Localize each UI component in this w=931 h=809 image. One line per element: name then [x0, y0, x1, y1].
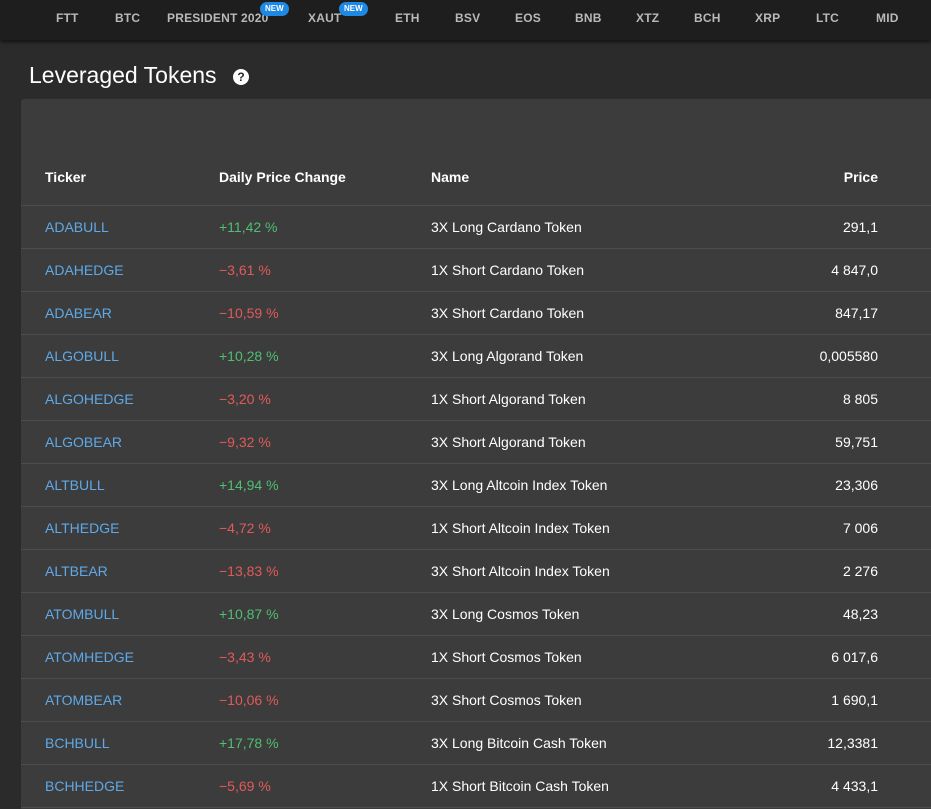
table-row[interactable]: ALTBULL +14,94 % 3X Long Altcoin Index Tok… [21, 464, 931, 507]
token-price: 7 006 [842, 520, 878, 536]
table-row[interactable]: ATOMBEAR −10,06 % 3X Short Cosmos Token 1 6… [21, 679, 931, 722]
leveraged-tokens-table: Ticker Daily Price Change Name Price ADA… [21, 99, 931, 809]
token-price: 4 433,1 [831, 778, 878, 794]
token-name: 1X Short Bitcoin Cash Token [431, 778, 609, 794]
ticker-link[interactable]: ADABULL [45, 219, 109, 235]
token-price: 1 690,1 [831, 692, 878, 708]
ticker-link[interactable]: ATOMHEDGE [45, 649, 134, 665]
table-row[interactable]: ATOMBULL +10,87 % 3X Long Cosmos Token 48,2… [21, 593, 931, 636]
ticker-link[interactable]: ADAHEDGE [45, 262, 124, 278]
new-badge: NEW [339, 2, 368, 16]
ticker-link[interactable]: ALGOBULL [45, 348, 119, 364]
question-circle-icon[interactable]: ? [233, 69, 249, 85]
table-header: Ticker Daily Price Change Name Price [21, 99, 931, 206]
token-price: 12,3381 [827, 735, 878, 751]
table-row[interactable]: BCHHEDGE −5,69 % 1X Short Bitcoin Cash Tok… [21, 765, 931, 808]
ticker-link[interactable]: ALTBEAR [45, 563, 108, 579]
daily-price-change: −9,32 % [219, 434, 271, 450]
ticker-link[interactable]: BCHHEDGE [45, 778, 124, 794]
column-header-price[interactable]: Price [844, 169, 878, 185]
daily-price-change: −3,43 % [219, 649, 271, 665]
daily-price-change: +10,87 % [219, 606, 279, 622]
ticker-link[interactable]: ALTHEDGE [45, 520, 119, 536]
page-title: Leveraged Tokens [29, 62, 217, 88]
token-name: 1X Short Cosmos Token [431, 649, 582, 665]
token-price: 8 805 [842, 391, 878, 407]
nav-item-xtz[interactable]: XTZ [636, 11, 659, 25]
token-price: 6 017,6 [831, 649, 878, 665]
daily-price-change: +17,78 % [219, 735, 279, 751]
token-price: 48,23 [842, 606, 878, 622]
token-price: 0,005580 [819, 348, 878, 364]
daily-price-change: −10,06 % [219, 692, 279, 708]
token-price: 2 276 [842, 563, 878, 579]
token-name: 1X Short Cardano Token [431, 262, 585, 278]
nav-item-bch[interactable]: BCH [694, 11, 721, 25]
ticker-link[interactable]: ALTBULL [45, 477, 105, 493]
table-row[interactable]: ALGOBEAR −9,32 % 3X Short Algorand Token 59… [21, 421, 931, 464]
column-header-daily-price-change[interactable]: Daily Price Change [219, 169, 346, 185]
ticker-link[interactable]: ALGOHEDGE [45, 391, 134, 407]
token-price: 4 847,0 [831, 262, 878, 278]
daily-price-change: +14,94 % [219, 477, 279, 493]
token-name: 3X Short Algorand Token [431, 434, 586, 450]
table-row[interactable]: BCHBULL +17,78 % 3X Long Bitcoin Cash Toke… [21, 722, 931, 765]
nav-item-eth[interactable]: ETH [395, 11, 420, 25]
token-name: 1X Short Altcoin Index Token [431, 520, 610, 536]
token-name: 3X Long Cosmos Token [431, 606, 580, 622]
ticker-link[interactable]: ALGOBEAR [45, 434, 122, 450]
nav-item-ftt[interactable]: FTT [56, 11, 79, 25]
daily-price-change: −10,59 % [219, 305, 279, 321]
nav-item-bnb[interactable]: BNB [575, 11, 602, 25]
ticker-link[interactable]: BCHBULL [45, 735, 110, 751]
ticker-link[interactable]: ATOMBEAR [45, 692, 122, 708]
token-price: 59,751 [835, 434, 878, 450]
token-name: 3X Long Cardano Token [431, 219, 582, 235]
daily-price-change: −3,20 % [219, 391, 271, 407]
nav-item-btc[interactable]: BTC [115, 11, 140, 25]
table-row[interactable]: ALTHEDGE −4,72 % 1X Short Altcoin Index To… [21, 507, 931, 550]
daily-price-change: −13,83 % [219, 563, 279, 579]
nav-item-xrp[interactable]: XRP [755, 11, 780, 25]
nav-item-mid[interactable]: MID [876, 11, 899, 25]
table-row[interactable]: ALTBEAR −13,83 % 3X Short Altcoin Index To… [21, 550, 931, 593]
token-name: 3X Long Altcoin Index Token [431, 477, 608, 493]
table-row[interactable]: ADAHEDGE −3,61 % 1X Short Cardano Token 4 8… [21, 249, 931, 292]
token-name: 3X Short Cosmos Token [431, 692, 582, 708]
table-row[interactable]: ADABULL +11,42 % 3X Long Cardano Token 291,… [21, 206, 931, 249]
daily-price-change: −4,72 % [219, 520, 271, 536]
token-name: 1X Short Algorand Token [431, 391, 586, 407]
token-price: 291,1 [842, 219, 878, 235]
new-badge: NEW [260, 2, 289, 16]
nav-item-xaut[interactable]: XAUT [308, 11, 341, 25]
table-row[interactable]: ALGOHEDGE −3,20 % 1X Short Algorand Token 8… [21, 378, 931, 421]
token-name: 3X Long Algorand Token [431, 348, 584, 364]
token-name: 3X Long Bitcoin Cash Token [431, 735, 607, 751]
daily-price-change: −3,61 % [219, 262, 271, 278]
ticker-link[interactable]: ATOMBULL [45, 606, 119, 622]
market-nav-bar: FTT BTC PRESIDENT 2020 NEW XAUT NEW ETH BSV EOS B… [0, 0, 931, 40]
column-header-name[interactable]: Name [431, 169, 469, 185]
table-row[interactable]: ADABEAR −10,59 % 3X Short Cardano Token 847… [21, 292, 931, 335]
token-price: 23,306 [835, 477, 878, 493]
table-row[interactable]: ALGOBULL +10,28 % 3X Long Algorand Token 0,… [21, 335, 931, 378]
table-row[interactable]: ATOMHEDGE −3,43 % 1X Short Cosmos Token 6 0… [21, 636, 931, 679]
token-price: 847,17 [835, 305, 878, 321]
nav-item-eos[interactable]: EOS [515, 11, 541, 25]
nav-item-president-2020[interactable]: PRESIDENT 2020 [167, 11, 269, 25]
column-header-ticker[interactable]: Ticker [45, 169, 86, 185]
nav-item-ltc[interactable]: LTC [816, 11, 839, 25]
token-name: 3X Short Cardano Token [431, 305, 585, 321]
daily-price-change: +10,28 % [219, 348, 279, 364]
daily-price-change: −5,69 % [219, 778, 271, 794]
ticker-link[interactable]: ADABEAR [45, 305, 112, 321]
token-name: 3X Short Altcoin Index Token [431, 563, 610, 579]
daily-price-change: +11,42 % [219, 219, 278, 235]
nav-item-bsv[interactable]: BSV [455, 11, 480, 25]
